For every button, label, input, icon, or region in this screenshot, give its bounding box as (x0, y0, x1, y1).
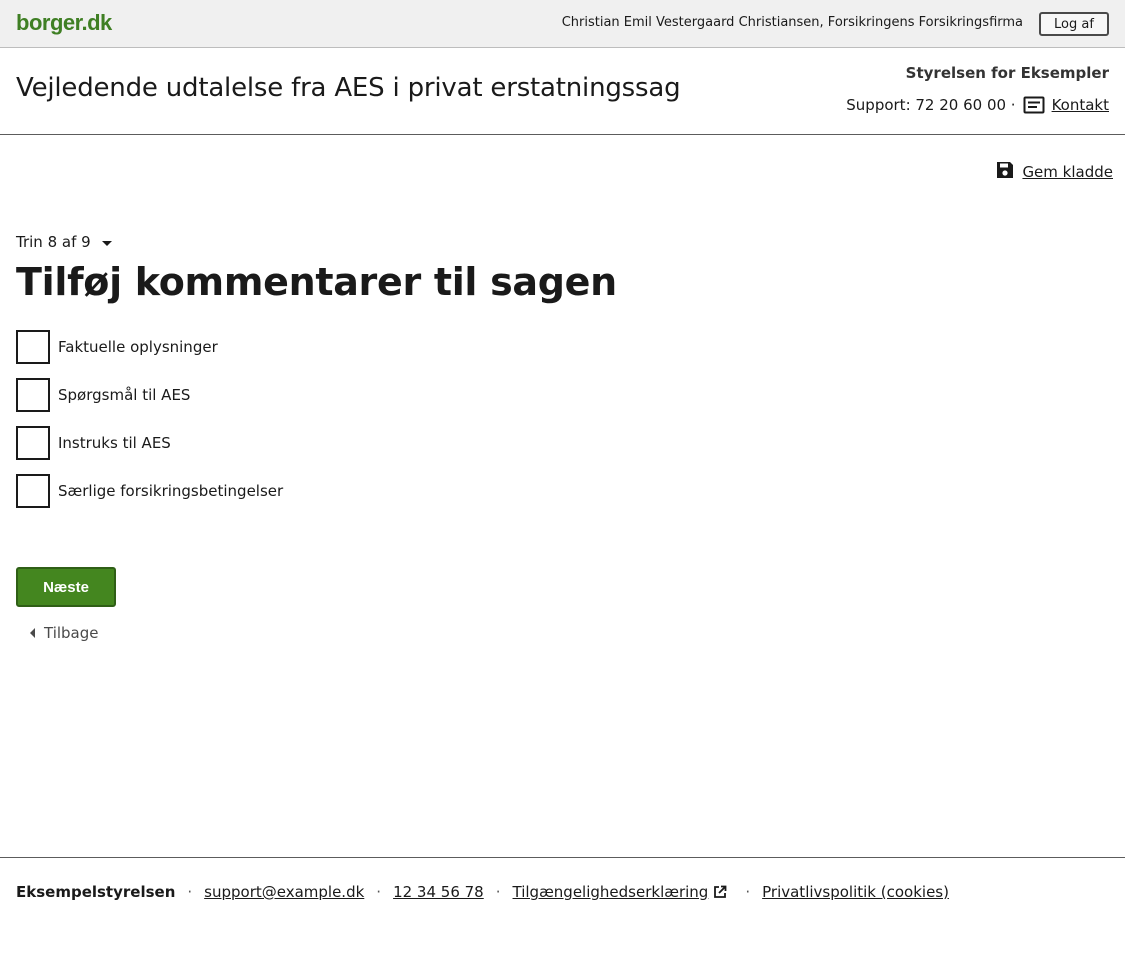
save-draft-control[interactable]: Gem kladde (995, 160, 1113, 184)
checkbox-facts[interactable] (16, 330, 50, 364)
checkbox-row-questions[interactable]: Spørgsmål til AES (16, 378, 283, 412)
checkbox-label[interactable]: Instruks til AES (58, 434, 171, 452)
footer-separator: · (745, 883, 751, 901)
message-icon (1023, 96, 1045, 114)
checkbox-label[interactable]: Spørgsmål til AES (58, 386, 190, 404)
checkbox-row-instructions[interactable]: Instruks til AES (16, 426, 283, 460)
external-link-icon (713, 885, 727, 899)
footer-separator: · (495, 883, 501, 901)
footer-privacy-link[interactable]: Privatlivspolitik (cookies) (762, 883, 949, 901)
contact-link[interactable]: Kontakt (1052, 96, 1109, 114)
checkbox-conditions[interactable] (16, 474, 50, 508)
top-bar: borger.dk Christian Emil Vestergaard Chr… (0, 0, 1125, 48)
authority-name: Styrelsen for Eksempler (905, 64, 1109, 82)
checkbox-questions[interactable] (16, 378, 50, 412)
comment-options: Faktuelle oplysninger Spørgsmål til AES … (16, 330, 283, 522)
support-phone: Support: 72 20 60 00 · (846, 96, 1016, 114)
footer-email-link[interactable]: support@example.dk (204, 883, 364, 901)
borger-logo[interactable]: borger.dk (16, 10, 112, 36)
step-label: Trin 8 af 9 (16, 233, 91, 251)
checkbox-row-conditions[interactable]: Særlige forsikringsbetingelser (16, 474, 283, 508)
step-indicator[interactable]: Trin 8 af 9 (16, 233, 113, 251)
checkbox-row-facts[interactable]: Faktuelle oplysninger (16, 330, 283, 364)
app-header: Vejledende udtalelse fra AES i privat er… (0, 48, 1125, 135)
floppy-disk-icon (995, 160, 1015, 184)
checkbox-instructions[interactable] (16, 426, 50, 460)
logout-button[interactable]: Log af (1039, 12, 1109, 36)
footer-phone-link[interactable]: 12 34 56 78 (393, 883, 484, 901)
footer-separator: · (376, 883, 382, 901)
back-label[interactable]: Tilbage (44, 624, 99, 642)
checkbox-label[interactable]: Faktuelle oplysninger (58, 338, 218, 356)
save-draft-link[interactable]: Gem kladde (1022, 163, 1113, 181)
page-heading: Tilføj kommentarer til sagen (16, 260, 617, 304)
caret-left-icon (30, 624, 36, 642)
footer-accessibility-link[interactable]: Tilgængelighedserklæring (513, 883, 709, 901)
footer-separator: · (187, 883, 193, 901)
logged-in-user: Christian Emil Vestergaard Christiansen,… (561, 15, 1023, 30)
caret-down-icon (101, 233, 113, 251)
support-line: Support: 72 20 60 00 · Kontakt (846, 96, 1109, 114)
back-link[interactable]: Tilbage (30, 624, 99, 642)
app-title: Vejledende udtalelse fra AES i privat er… (16, 73, 681, 103)
footer-links: Eksempelstyrelsen · support@example.dk ·… (16, 883, 949, 901)
next-button[interactable]: Næste (16, 567, 116, 607)
checkbox-label[interactable]: Særlige forsikringsbetingelser (58, 482, 283, 500)
page-footer: Eksempelstyrelsen · support@example.dk ·… (0, 857, 1125, 961)
footer-org-name: Eksempelstyrelsen (16, 883, 176, 901)
